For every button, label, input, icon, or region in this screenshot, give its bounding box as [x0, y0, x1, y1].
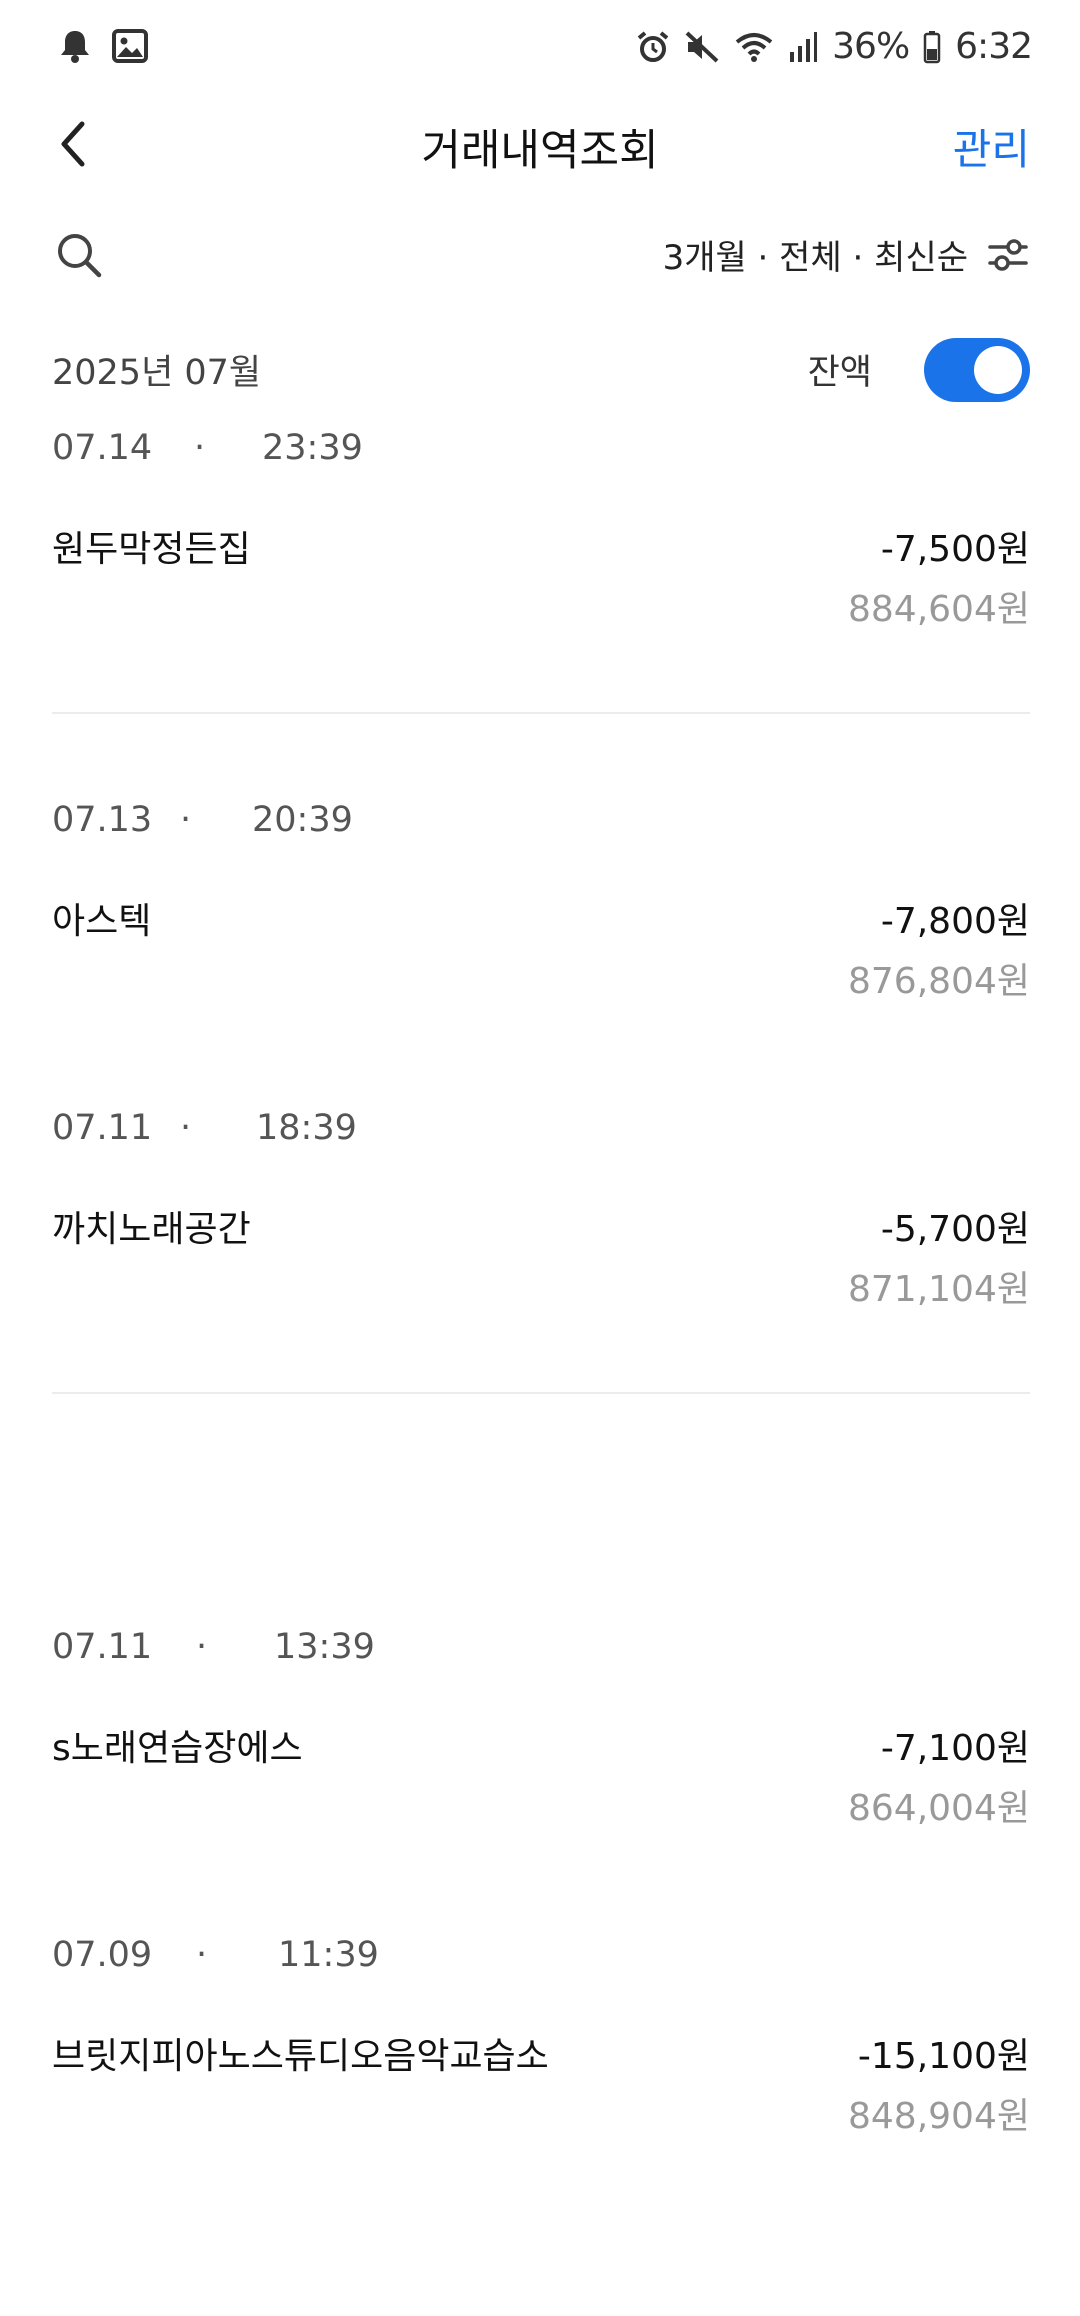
- transaction-balance: 871,104원: [848, 1269, 1030, 1310]
- status-right-icons: 36% 6:32: [636, 26, 1033, 67]
- toggle-knob: [974, 346, 1022, 394]
- transaction-time: 20:39: [252, 800, 353, 840]
- clock: 6:32: [955, 26, 1033, 67]
- notification-bell-icon: [58, 28, 92, 64]
- transaction-date: 07.13: [52, 800, 153, 840]
- alarm-icon: [636, 30, 670, 64]
- gallery-icon: [112, 29, 148, 63]
- transaction-balance: 864,004원: [848, 1788, 1030, 1829]
- transaction-merchant: s노래연습장에스: [52, 1728, 303, 1769]
- date-time-separator: ·: [196, 1935, 208, 1975]
- transaction-time: 23:39: [262, 428, 363, 468]
- status-left-icons: [58, 28, 148, 64]
- filter-row: 3개월 · 전체 · 최신순: [0, 222, 1080, 292]
- month-label: 2025년 07월: [52, 353, 262, 393]
- transaction-merchant: 까치노래공간: [52, 1209, 251, 1250]
- transaction-time: 18:39: [256, 1108, 357, 1148]
- date-time-separator: ·: [194, 428, 206, 468]
- transaction-merchant: 브릿지피아노스튜디오음악교습소: [52, 2036, 549, 2077]
- date-time-separator: ·: [180, 1108, 192, 1148]
- transaction-balance: 884,604원: [848, 589, 1030, 630]
- transaction-date: 07.09: [52, 1935, 153, 1975]
- date-time-separator: ·: [180, 800, 192, 840]
- transaction-date: 07.14: [52, 428, 153, 468]
- mute-icon: [684, 30, 720, 64]
- date-time-separator: ·: [196, 1627, 208, 1667]
- wifi-icon: [734, 30, 774, 64]
- divider: [52, 712, 1030, 714]
- transaction-date: 07.11: [52, 1627, 153, 1667]
- search-button[interactable]: [54, 230, 104, 280]
- signal-icon: [788, 30, 818, 64]
- filter-label: 3개월 · 전체 · 최신순: [662, 238, 968, 278]
- transaction-item[interactable]: 07.11 · 13:39 s노래연습장에스 -7,100원 864,004원: [0, 1627, 1080, 1829]
- transaction-amount: -5,700원: [880, 1209, 1030, 1250]
- divider: [52, 1392, 1030, 1394]
- battery-percent: 36%: [832, 26, 910, 67]
- transaction-item[interactable]: 07.13 · 20:39 아스텍 -7,800원 876,804원: [0, 800, 1080, 1002]
- battery-icon: [923, 30, 941, 64]
- balance-toggle[interactable]: [924, 338, 1030, 402]
- transaction-amount: -15,100원: [857, 2036, 1030, 2077]
- month-header: 2025년 07월 잔액: [0, 330, 1080, 410]
- filter-button[interactable]: 3개월 · 전체 · 최신순: [663, 230, 1030, 279]
- filter-sliders-icon: [986, 233, 1030, 277]
- transaction-amount: -7,100원: [880, 1728, 1030, 1769]
- transaction-time: 11:39: [278, 1935, 379, 1975]
- transaction-date: 07.11: [52, 1108, 153, 1148]
- status-bar: 36% 6:32: [0, 0, 1080, 96]
- manage-button[interactable]: 관리: [953, 116, 1030, 177]
- balance-toggle-label: 잔액: [807, 353, 872, 393]
- app-bar: 거래내역조회 관리: [0, 96, 1080, 192]
- transaction-merchant: 원두막정든집: [52, 529, 251, 570]
- transaction-item[interactable]: 07.09 · 11:39 브릿지피아노스튜디오음악교습소 -15,100원 8…: [0, 1935, 1080, 2137]
- page-title: 거래내역조회: [421, 126, 659, 176]
- transaction-balance: 876,804원: [848, 961, 1030, 1002]
- transaction-amount: -7,500원: [880, 529, 1030, 570]
- transaction-item[interactable]: 07.11 · 18:39 까치노래공간 -5,700원 871,104원: [0, 1108, 1080, 1310]
- transaction-balance: 848,904원: [848, 2096, 1030, 2137]
- transaction-merchant: 아스텍: [52, 901, 152, 942]
- transaction-time: 13:39: [274, 1627, 375, 1667]
- transaction-item[interactable]: 07.14 · 23:39 원두막정든집 -7,500원 884,604원: [0, 428, 1080, 630]
- transaction-amount: -7,800원: [880, 901, 1030, 942]
- search-icon: [54, 230, 104, 280]
